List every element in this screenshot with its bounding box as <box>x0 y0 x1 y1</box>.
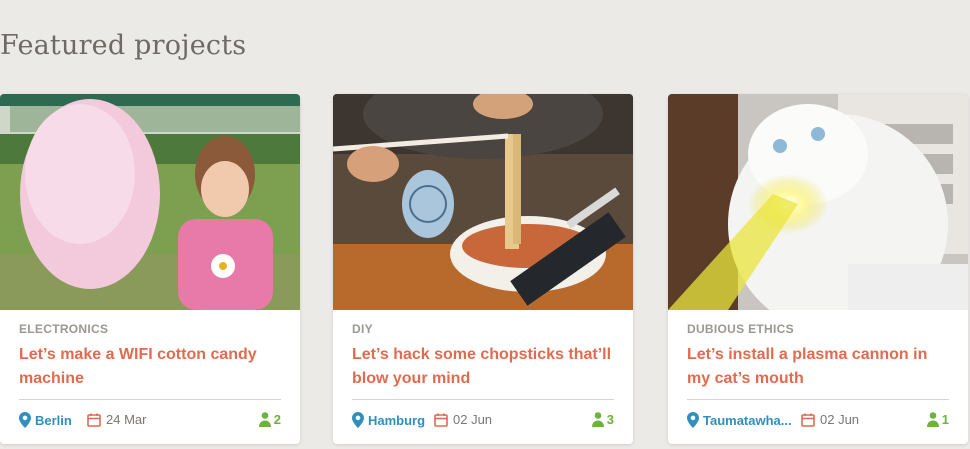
project-date: 02 Jun <box>801 412 859 427</box>
project-location: Taumatawha... <box>703 412 792 428</box>
project-meta: Hamburg 02 Jun 3 <box>352 412 614 430</box>
project-title-link[interactable]: Let’s install a plasma cannon in my cat’… <box>687 343 949 391</box>
project-location-link[interactable]: Hamburg <box>352 412 425 428</box>
project-members-count: 1 <box>941 412 949 427</box>
project-date-text: 02 Jun <box>453 412 493 427</box>
project-card[interactable]: ELECTRONICS Let’s make a WIFI cotton can… <box>0 94 300 444</box>
project-card[interactable]: DUBIOUS ETHICS Let’s install a plasma ca… <box>668 94 968 444</box>
project-location-link[interactable]: Berlin <box>19 412 72 428</box>
project-card[interactable]: DIY Let’s hack some chopsticks that’ll b… <box>333 94 633 444</box>
project-title-link[interactable]: Let’s hack some chopsticks that’ll blow … <box>352 343 614 391</box>
project-meta: Taumatawha... 02 Jun 1 <box>687 412 949 430</box>
project-members: 1 <box>926 412 949 427</box>
project-members-count: 3 <box>606 412 614 427</box>
person-icon <box>591 412 604 427</box>
project-members-count: 2 <box>273 412 281 427</box>
calendar-icon <box>87 413 101 427</box>
project-members: 3 <box>591 412 614 427</box>
project-image[interactable] <box>333 94 633 310</box>
project-category: DUBIOUS ETHICS <box>687 322 794 336</box>
project-location: Hamburg <box>368 412 426 428</box>
project-category: ELECTRONICS <box>19 322 109 336</box>
person-icon <box>258 412 271 427</box>
project-image[interactable] <box>0 94 300 310</box>
project-category: DIY <box>352 322 373 336</box>
project-date: 24 Mar <box>87 412 146 427</box>
map-pin-icon <box>19 412 31 428</box>
project-members: 2 <box>258 412 281 427</box>
project-location-link[interactable]: Taumatawha... <box>687 412 792 428</box>
project-date: 02 Jun <box>434 412 492 427</box>
project-date-text: 02 Jun <box>820 412 860 427</box>
card-divider <box>687 399 949 400</box>
project-image[interactable] <box>668 94 968 310</box>
card-divider <box>352 399 614 400</box>
card-divider <box>19 399 281 400</box>
project-date-text: 24 Mar <box>106 412 147 427</box>
calendar-icon <box>801 413 815 427</box>
section-title: Featured projects <box>0 30 247 61</box>
project-meta: Berlin 24 Mar 2 <box>19 412 281 430</box>
map-pin-icon <box>687 412 699 428</box>
project-location: Berlin <box>35 412 72 428</box>
calendar-icon <box>434 413 448 427</box>
project-title-link[interactable]: Let’s make a WIFI cotton candy machine <box>19 343 281 391</box>
featured-projects-section: Featured projects ELECTRONICS Let’s make… <box>0 0 970 449</box>
person-icon <box>926 412 939 427</box>
map-pin-icon <box>352 412 364 428</box>
